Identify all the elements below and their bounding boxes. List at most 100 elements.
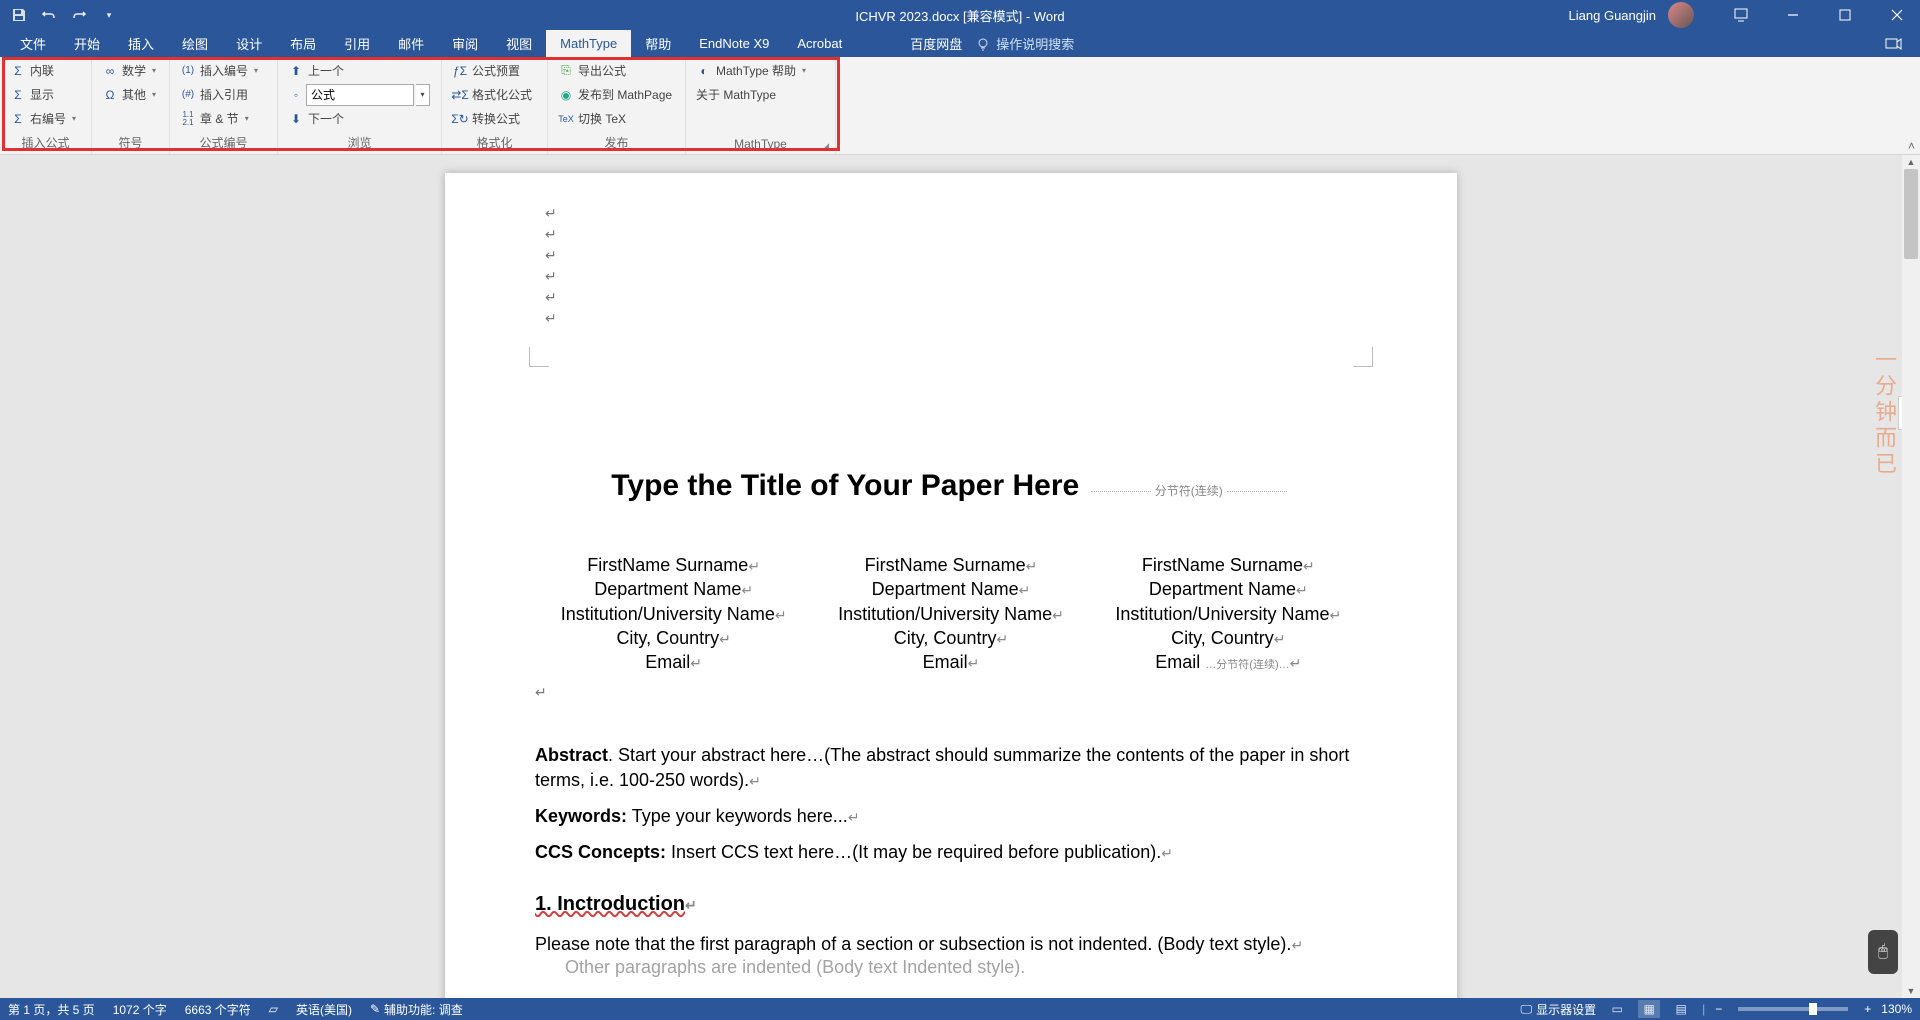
equation-preset-button[interactable]: ƒΣ公式预置 [446, 59, 538, 82]
status-spellcheck-icon[interactable]: ▱ [269, 1002, 278, 1016]
share-icon[interactable] [1884, 35, 1902, 53]
tex-icon: TeX [558, 111, 574, 127]
prev-equation-button[interactable]: ⬆上一个 [282, 59, 437, 82]
minimize-icon[interactable] [1770, 0, 1816, 30]
zoom-level[interactable]: 130% [1881, 1002, 1912, 1016]
tab-references[interactable]: 引用 [330, 30, 384, 57]
dialog-launcher-icon[interactable]: ◢ [822, 141, 829, 152]
maximize-icon[interactable] [1822, 0, 1868, 30]
collapse-ribbon-icon[interactable]: ˄ [1905, 136, 1918, 156]
right-number-button[interactable]: Σ右编号▾ [4, 107, 82, 130]
tab-endnote[interactable]: EndNote X9 [685, 30, 783, 57]
tab-help[interactable]: 帮助 [631, 30, 685, 57]
menubar: 文件 开始 插入 绘图 设计 布局 引用 邮件 审阅 视图 MathType 帮… [0, 30, 1920, 57]
user-name[interactable]: Liang Guangjin [1569, 8, 1656, 23]
zoom-out-icon[interactable]: − [1715, 1002, 1722, 1016]
infinity-icon: ∞ [102, 63, 118, 79]
export-equation-button[interactable]: ⎘导出公式 [552, 59, 678, 82]
body-paragraph-cut[interactable]: Other paragraphs are indented (Body text… [535, 957, 1367, 978]
sigma-arrows-icon: ⇄Σ [452, 87, 468, 103]
mathtype-help-button[interactable]: ◐MathType 帮助▾ [690, 59, 812, 82]
tab-draw[interactable]: 绘图 [168, 30, 222, 57]
next-equation-button[interactable]: ⬇下一个 [282, 107, 437, 130]
tab-acrobat[interactable]: Acrobat [783, 30, 856, 57]
avatar[interactable] [1668, 2, 1694, 28]
scroll-thumb[interactable] [1904, 169, 1918, 259]
status-accessibility[interactable]: ✎ 辅助功能: 调查 [370, 1001, 463, 1018]
author-column: FirstName Surname↵ Department Name↵ Inst… [535, 553, 812, 674]
redo-icon[interactable] [70, 6, 88, 24]
floating-tool-icon[interactable]: 🖱 [1868, 930, 1898, 974]
display-equation-button[interactable]: Σ显示 [4, 83, 82, 106]
zoom-in-icon[interactable]: + [1864, 1002, 1871, 1016]
close-icon[interactable] [1874, 0, 1920, 30]
web-layout-icon[interactable]: ▤ [1670, 1000, 1692, 1018]
other-symbols-button[interactable]: Ω其他▾ [96, 83, 162, 106]
tab-insert[interactable]: 插入 [114, 30, 168, 57]
math-symbols-button[interactable]: ∞数学▾ [96, 59, 162, 82]
chapter-icon: 1.12.1 [180, 111, 196, 127]
inline-equation-button[interactable]: Σ内联 [4, 59, 82, 82]
group-label-symbols: 符号 [96, 132, 165, 154]
ribbon: Σ内联 Σ显示 Σ右编号▾ 插入公式 ∞数学▾ Ω其他▾ 符号 (1)插入编号▾… [0, 57, 1920, 155]
sigma-convert-icon: Σ↻ [452, 111, 468, 127]
tab-mail[interactable]: 邮件 [384, 30, 438, 57]
group-label-format: 格式化 [446, 132, 543, 154]
insert-reference-button[interactable]: (#)插入引用 [174, 83, 264, 106]
print-layout-icon[interactable]: ▦ [1638, 1000, 1660, 1018]
paragraph-mark: ↵ [535, 682, 1367, 703]
titlebar: ▾ ICHVR 2023.docx [兼容模式] - Word Liang Gu… [0, 0, 1920, 30]
format-equation-button[interactable]: ⇄Σ格式化公式 [446, 83, 538, 106]
vertical-scrollbar[interactable]: ▲ ▼ [1902, 155, 1920, 998]
tell-me-label: 操作说明搜索 [996, 34, 1074, 53]
insert-number-button[interactable]: (1)插入编号▾ [174, 59, 264, 82]
section-heading[interactable]: 1. Inctroduction↵ [535, 893, 1367, 916]
tab-mathtype[interactable]: MathType [546, 30, 631, 57]
convert-equation-button[interactable]: Σ↻转换公式 [446, 107, 538, 130]
paper-title[interactable]: Type the Title of Your Paper Here 分节符(连续… [535, 469, 1367, 503]
tab-home[interactable]: 开始 [60, 30, 114, 57]
read-mode-icon[interactable]: ▭ [1606, 1000, 1628, 1018]
chapter-section-button[interactable]: 1.12.1章 & 节▾ [174, 107, 264, 130]
tab-file[interactable]: 文件 [6, 30, 60, 57]
paragraph-marks: ↵↵↵↵↵↵ [545, 203, 1367, 329]
status-words[interactable]: 1072 个字 [113, 1001, 167, 1018]
status-chars[interactable]: 6663 个字符 [185, 1001, 251, 1018]
group-label-mathtype: MathType◢ [690, 135, 831, 154]
about-mathtype-button[interactable]: 关于 MathType [690, 83, 812, 106]
zoom-slider[interactable] [1738, 1007, 1848, 1011]
status-page[interactable]: 第 1 页，共 5 页 [8, 1001, 95, 1018]
group-label-eq-number: 公式编号 [174, 132, 273, 154]
scroll-up-icon[interactable]: ▲ [1902, 155, 1920, 169]
undo-icon[interactable] [40, 6, 58, 24]
ccs-concepts[interactable]: CCS Concepts: Insert CCS text here…(It m… [535, 840, 1367, 864]
authors-block[interactable]: FirstName Surname↵ Department Name↵ Inst… [535, 553, 1367, 674]
equation-input[interactable] [306, 84, 414, 106]
keywords[interactable]: Keywords: Type your keywords here...↵ [535, 804, 1367, 828]
tell-me-search[interactable]: 操作说明搜索 [976, 30, 1074, 57]
ribbon-options-icon[interactable] [1718, 0, 1764, 30]
group-label-publish: 发布 [552, 132, 681, 154]
tab-view[interactable]: 视图 [492, 30, 546, 57]
publish-mathpage-button[interactable]: ◉发布到 MathPage [552, 83, 678, 106]
author-column: FirstName Surname↵ Department Name↵ Inst… [1090, 553, 1367, 674]
document-title: ICHVR 2023.docx [兼容模式] - Word [855, 6, 1064, 25]
equation-selector[interactable]: ◦ ▾ [282, 83, 437, 106]
qat-customize-icon[interactable]: ▾ [100, 6, 118, 24]
abstract[interactable]: Abstract. Start your abstract here…(The … [535, 743, 1367, 792]
status-language[interactable]: 英语(美国) [296, 1001, 352, 1018]
save-icon[interactable] [10, 6, 28, 24]
body-paragraph[interactable]: Please note that the first paragraph of … [535, 934, 1367, 955]
tab-layout[interactable]: 布局 [276, 30, 330, 57]
status-display-settings[interactable]: 🖵 显示器设置 [1521, 1001, 1597, 1018]
dropdown-icon[interactable]: ▾ [416, 84, 430, 106]
tab-review[interactable]: 审阅 [438, 30, 492, 57]
tab-design[interactable]: 设计 [222, 30, 276, 57]
help-icon: ◐ [696, 63, 712, 79]
scroll-down-icon[interactable]: ▼ [1902, 984, 1920, 998]
margin-guide [529, 347, 549, 367]
document-area[interactable]: ↵↵↵↵↵↵ Type the Title of Your Paper Here… [0, 155, 1902, 998]
toggle-tex-button[interactable]: TeX切换 TeX [552, 107, 678, 130]
tab-baidu[interactable]: 百度网盘 [896, 30, 976, 57]
up-arrow-icon: ⬆ [288, 63, 304, 79]
